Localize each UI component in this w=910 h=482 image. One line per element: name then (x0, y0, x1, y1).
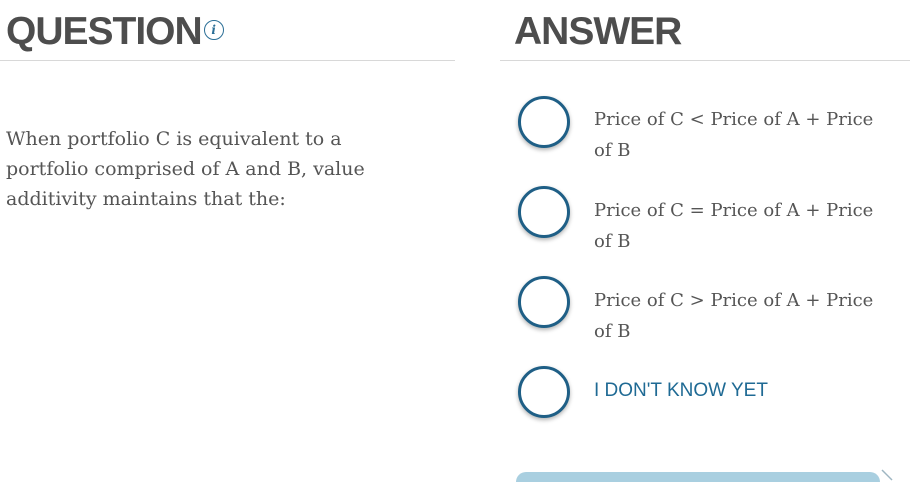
radio-button[interactable] (518, 276, 570, 328)
answer-option-1[interactable]: Price of C < Price of A + Price of B (500, 92, 910, 162)
answer-option-label: Price of C > Price of A + Price of B (594, 290, 874, 342)
answer-option-4[interactable]: I DON'T KNOW YET (500, 363, 910, 433)
answer-option-3[interactable]: Price of C > Price of A + Price of B (500, 273, 910, 343)
question-text: When portfolio C is equivalent to a port… (6, 128, 365, 210)
answer-option-2[interactable]: Price of C = Price of A + Price of B (500, 183, 910, 253)
answer-option-label: Price of C < Price of A + Price of B (594, 109, 874, 161)
question-divider (0, 60, 455, 61)
radio-button[interactable] (518, 366, 570, 418)
answer-heading: ANSWER (514, 10, 682, 53)
answer-option-label: I DON'T KNOW YET (594, 380, 768, 401)
radio-button[interactable] (518, 96, 570, 148)
submit-bar[interactable] (516, 472, 880, 482)
question-heading-text: QUESTION (6, 10, 203, 53)
radio-button[interactable] (518, 186, 570, 238)
bar-corner-mark (881, 469, 893, 481)
question-heading: QUESTION i (6, 10, 224, 54)
answer-option-label: Price of C = Price of A + Price of B (594, 200, 874, 252)
answer-panel: ANSWER Price of C < Price of A + Price o… (500, 0, 910, 482)
info-icon[interactable]: i (203, 19, 224, 40)
answer-divider (500, 60, 910, 61)
question-panel: QUESTION i When portfolio C is equivalent… (0, 0, 455, 482)
